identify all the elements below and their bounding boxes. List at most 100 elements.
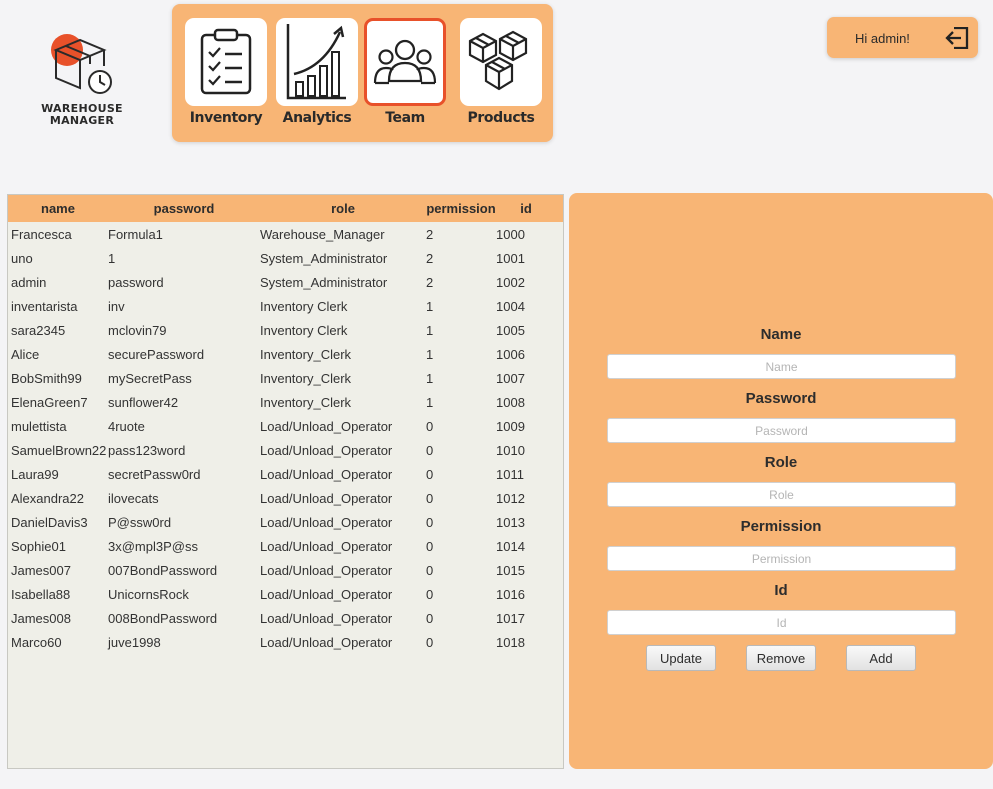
cell-password: P@ssw0rd [108, 514, 172, 530]
table-row[interactable]: BobSmith99 mySecretPass Inventory_Clerk 1 10… [8, 366, 563, 390]
cell-id: 1005 [496, 322, 525, 338]
cell-password: ilovecats [108, 490, 159, 506]
nav-analytics[interactable]: Analytics [276, 18, 358, 128]
table-row[interactable]: Sophie01 3x@mpl3P@ss Load/Unload_Operator 0… [8, 534, 563, 558]
table-row[interactable]: Alexandra22 ilovecats Load/Unload_Operator… [8, 486, 563, 510]
table-row[interactable]: uno 1 System_Administrator 2 1001 [8, 246, 563, 270]
table-row[interactable]: inventarista inv Inventory Clerk 1 1004 [8, 294, 563, 318]
table-row[interactable]: Isabella88 UnicornsRock Load/Unload_Operat… [8, 582, 563, 606]
cell-password: securePassword [108, 346, 205, 362]
cell-name: Marco60 [11, 634, 62, 650]
cell-name: ElenaGreen7 [11, 394, 88, 410]
permission-input[interactable] [607, 546, 956, 571]
cell-password: 007BondPassword [108, 562, 218, 578]
cell-name: DanielDavis3 [11, 514, 88, 530]
cell-id: 1013 [496, 514, 525, 530]
cell-name: Laura99 [11, 466, 59, 482]
column-header-role[interactable]: role [260, 201, 426, 216]
warehouse-box-clock-icon [51, 34, 112, 94]
cell-password: sunflower42 [108, 394, 179, 410]
remove-button[interactable]: Remove [746, 645, 816, 671]
column-header-permission[interactable]: permission [426, 201, 496, 216]
cell-permission: 2 [426, 250, 434, 266]
table-row[interactable]: ElenaGreen7 sunflower42 Inventory_Clerk 1 10… [8, 390, 563, 414]
nav-inventory[interactable]: Inventory [185, 18, 267, 128]
table-row[interactable]: Alice securePassword Inventory_Clerk 1 1006 [8, 342, 563, 366]
cell-role: Load/Unload_Operator [260, 610, 393, 626]
app-logo: WAREHOUSE MANAGER [38, 30, 126, 130]
password-input[interactable] [607, 418, 956, 443]
cell-name: sara2345 [11, 322, 66, 338]
cell-name: admin [11, 274, 47, 290]
cell-password: UnicornsRock [108, 586, 189, 602]
cell-name: inventarista [11, 298, 78, 314]
bar-chart-growth-icon [286, 24, 346, 100]
column-header-password[interactable]: password [108, 201, 260, 216]
nav-products[interactable]: Products [460, 18, 542, 128]
cell-name: mulettista [11, 418, 67, 434]
name-input[interactable] [607, 354, 956, 379]
user-greeting-box: Hi admin! [827, 17, 978, 58]
nav-label-products: Products [467, 110, 535, 126]
table-row[interactable]: SamuelBrown22 pass123word Load/Unload_Oper… [8, 438, 563, 462]
cell-name: Isabella88 [11, 586, 71, 602]
cell-id: 1002 [496, 274, 525, 290]
table-row[interactable]: Laura99 secretPassw0rd Load/Unload_Operato… [8, 462, 563, 486]
nav-team[interactable]: Team [364, 18, 446, 128]
table-row[interactable]: sara2345 mclovin79 Inventory Clerk 1 1005 [8, 318, 563, 342]
cell-id: 1015 [496, 562, 525, 578]
cell-role: Load/Unload_Operator [260, 562, 393, 578]
cell-permission: 2 [426, 226, 434, 242]
logout-icon[interactable] [945, 26, 969, 54]
update-button[interactable]: Update [646, 645, 716, 671]
cell-name: James008 [11, 610, 71, 626]
main-nav: Inventory Analytics Team Products [172, 4, 553, 142]
id-input[interactable] [607, 610, 956, 635]
team-users-icon [373, 39, 437, 85]
cell-id: 1001 [496, 250, 525, 266]
cell-id: 1000 [496, 226, 525, 242]
table-row[interactable]: Marco60 juve1998 Load/Unload_Operator 0 1018 [8, 630, 563, 654]
cell-password: inv [108, 298, 125, 314]
table-body: Francesca Formula1 Warehouse_Manager 2 1000 u… [8, 222, 563, 654]
cell-permission: 0 [426, 586, 434, 602]
cell-id: 1010 [496, 442, 525, 458]
role-input[interactable] [607, 482, 956, 507]
table-header: name password role permission id [8, 195, 563, 222]
cell-role: Load/Unload_Operator [260, 586, 393, 602]
cell-password: Formula1 [108, 226, 163, 242]
logo-line-2: MANAGER [49, 114, 115, 127]
cell-permission: 0 [426, 538, 434, 554]
table-row[interactable]: James007 007BondPassword Load/Unload_Opera… [8, 558, 563, 582]
cell-role: Inventory_Clerk [260, 346, 352, 362]
cell-role: Load/Unload_Operator [260, 514, 393, 530]
cell-id: 1018 [496, 634, 525, 650]
cell-password: 4ruote [108, 418, 145, 434]
cell-id: 1006 [496, 346, 525, 362]
table-row[interactable]: Francesca Formula1 Warehouse_Manager 2 1000 [8, 222, 563, 246]
cell-password: secretPassw0rd [108, 466, 201, 482]
table-row[interactable]: James008 008BondPassword Load/Unload_Opera… [8, 606, 563, 630]
cell-id: 1009 [496, 418, 525, 434]
add-button[interactable]: Add [846, 645, 916, 671]
column-header-name[interactable]: name [8, 201, 108, 216]
cell-role: System_Administrator [260, 274, 388, 290]
table-row[interactable]: DanielDavis3 P@ssw0rd Load/Unload_Operator… [8, 510, 563, 534]
boxes-icon [468, 30, 528, 91]
cell-role: Load/Unload_Operator [260, 634, 393, 650]
cell-name: uno [11, 250, 33, 266]
cell-name: Sophie01 [11, 538, 66, 554]
cell-password: password [108, 274, 164, 290]
column-header-id[interactable]: id [496, 201, 556, 216]
table-row[interactable]: mulettista 4ruote Load/Unload_Operator 0 100… [8, 414, 563, 438]
table-row[interactable]: admin password System_Administrator 2 1002 [8, 270, 563, 294]
cell-id: 1016 [496, 586, 525, 602]
cell-password: 1 [108, 250, 116, 266]
cell-role: Warehouse_Manager [260, 226, 385, 242]
id-label: Id [774, 582, 788, 599]
cell-id: 1008 [496, 394, 525, 410]
greeting-text: Hi admin! [855, 31, 910, 46]
cell-role: Inventory_Clerk [260, 394, 352, 410]
cell-permission: 0 [426, 418, 434, 434]
user-form: Name Password Role Permission Id Update … [569, 193, 993, 769]
